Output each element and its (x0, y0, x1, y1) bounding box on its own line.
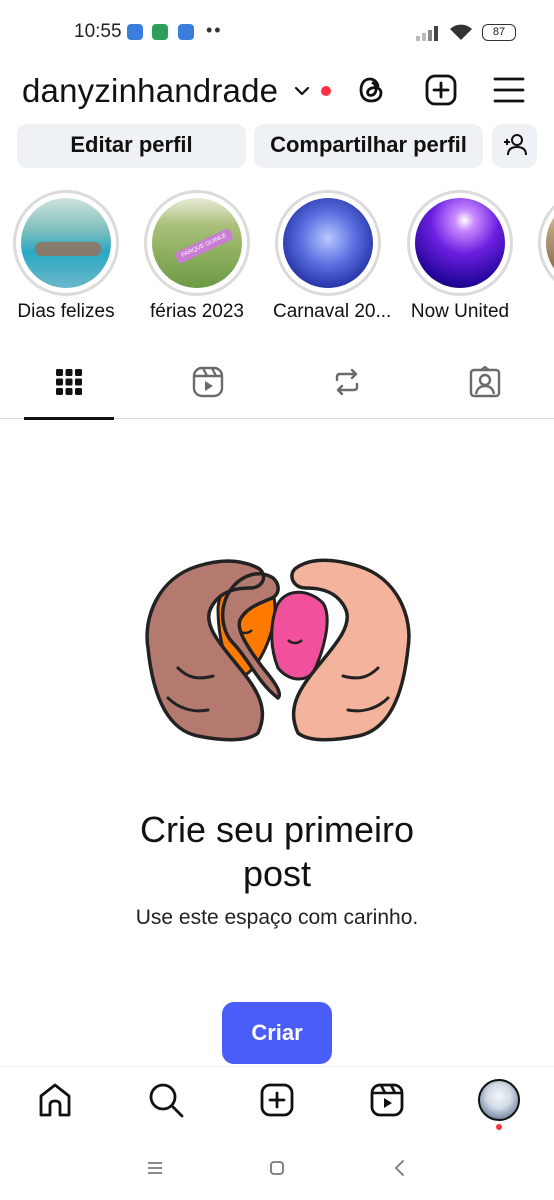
story-highlights: Dias felizes PARQUE GUINLE férias 2023 C… (0, 190, 554, 330)
battery-icon: 87 (482, 24, 516, 41)
highlight-item[interactable]: Dias felizes (11, 190, 121, 323)
empty-state-subtitle: Use este espaço com carinho. (135, 906, 419, 929)
create-icon[interactable] (423, 72, 459, 108)
profile-notification-dot (496, 1124, 502, 1130)
highlight-item[interactable]: PARQUE GUINLE férias 2023 (142, 190, 252, 323)
recent-apps-icon[interactable] (143, 1156, 167, 1180)
wifi-icon (450, 24, 472, 40)
highlight-cover-carnival (283, 198, 373, 288)
new-post-icon[interactable] (258, 1081, 296, 1119)
profile-tabs (0, 355, 554, 420)
highlight-cover-concert (415, 198, 505, 288)
profile-avatar[interactable] (478, 1079, 520, 1121)
highlight-label: Dias felizes (17, 301, 115, 322)
highlight-sticker: PARQUE GUINLE (174, 227, 234, 265)
search-icon[interactable] (147, 1081, 185, 1119)
share-profile-button[interactable]: Compartilhar perfil (254, 124, 483, 168)
empty-state-title-line2: post (242, 853, 312, 894)
highlight-item[interactable] (536, 190, 554, 296)
add-person-icon (503, 134, 527, 156)
home-button-icon[interactable] (265, 1156, 289, 1180)
highlight-label: Carnaval 20... (273, 301, 392, 322)
profile-actions: Editar perfil Compartilhar perfil (0, 122, 554, 168)
repost-icon (335, 368, 359, 396)
grid-icon (56, 369, 82, 395)
more-notifications-icon: •• (206, 20, 223, 40)
tagged-person-icon (469, 366, 501, 398)
empty-state-title: Crie seu primeiro post (0, 808, 554, 896)
create-post-button[interactable]: Criar (222, 1002, 332, 1064)
tab-posts[interactable] (24, 355, 114, 420)
bottom-navigation (0, 1066, 554, 1136)
reels-icon (192, 366, 224, 398)
system-navigation (0, 1136, 554, 1200)
highlight-item[interactable]: Carnaval 20... (273, 190, 392, 323)
edit-profile-button[interactable]: Editar perfil (17, 124, 246, 168)
reels-nav-icon[interactable] (368, 1081, 406, 1119)
status-time: 10:55 (74, 21, 122, 42)
highlight-cover-park: PARQUE GUINLE (152, 198, 242, 288)
heart-hands-illustration (145, 558, 411, 742)
notification-icon-2 (152, 24, 168, 40)
username-switcher[interactable]: danyzinhandrade (22, 72, 278, 110)
chevron-down-icon[interactable] (293, 84, 311, 98)
highlight-cover-pool (21, 198, 111, 288)
profile-header: danyzinhandrade (0, 62, 554, 122)
empty-state-title-line1: Crie seu primeiro (139, 809, 415, 850)
active-tab-indicator (24, 417, 114, 420)
menu-icon[interactable] (491, 72, 527, 108)
threads-icon[interactable] (354, 72, 390, 108)
signal-icon (416, 26, 438, 41)
home-icon[interactable] (36, 1081, 74, 1119)
highlight-label: Now United (410, 301, 510, 322)
highlight-cover-partial (546, 198, 554, 288)
discover-people-button[interactable] (492, 124, 537, 168)
highlight-label: férias 2023 (149, 301, 244, 322)
back-icon[interactable] (388, 1156, 412, 1180)
highlight-item[interactable]: Now United (405, 190, 515, 323)
account-notification-dot (321, 86, 331, 96)
notification-icon-3 (178, 24, 194, 40)
tab-reposts[interactable] (302, 355, 392, 419)
tab-reels[interactable] (163, 355, 253, 419)
status-bar: 10:55 •• 87 (0, 0, 554, 62)
tab-tagged[interactable] (440, 355, 530, 419)
notification-icon-1 (127, 24, 143, 40)
